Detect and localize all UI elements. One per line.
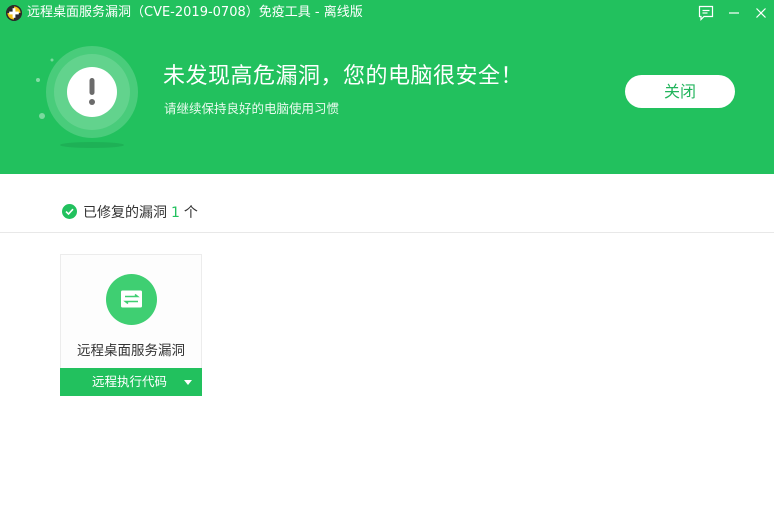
feedback-button[interactable] xyxy=(694,2,718,24)
close-button[interactable]: 关闭 xyxy=(625,75,735,108)
result-subline: 请继续保持良好的电脑使用习惯 xyxy=(164,101,340,116)
feedback-icon xyxy=(698,5,714,21)
summary-count: 1 xyxy=(171,205,180,221)
summary-suffix: 个 xyxy=(183,205,198,221)
divider xyxy=(0,232,774,233)
close-icon xyxy=(756,8,766,18)
summary-prefix: 已修复的漏洞 xyxy=(83,205,167,221)
check-circle-icon xyxy=(62,204,77,219)
vulnerability-type-label: 远程执行代码 xyxy=(92,374,168,389)
decor-dot xyxy=(50,58,54,62)
fixed-summary: 已修复的漏洞 1 个 xyxy=(62,202,198,222)
title-bar: 远程桌面服务漏洞（CVE-2019-0708）免疫工具 - 离线版 xyxy=(0,0,774,26)
exclamation-icon xyxy=(89,78,95,105)
window-close-button[interactable] xyxy=(749,2,773,24)
window-title: 远程桌面服务漏洞（CVE-2019-0708）免疫工具 - 离线版 xyxy=(27,5,363,20)
app-logo-icon xyxy=(6,5,22,21)
caret-down-icon xyxy=(184,380,192,385)
remote-desktop-icon xyxy=(106,274,157,325)
vulnerability-card[interactable]: 远程桌面服务漏洞 远程执行代码 xyxy=(60,254,202,396)
status-badge xyxy=(30,40,160,150)
vulnerability-type-dropdown[interactable]: 远程执行代码 xyxy=(60,368,202,396)
result-header: 远程桌面服务漏洞（CVE-2019-0708）免疫工具 - 离线版 未发现高危漏… xyxy=(0,0,774,174)
result-headline: 未发现高危漏洞，您的电脑很安全！ xyxy=(163,64,524,89)
minimize-button[interactable] xyxy=(722,2,746,24)
minimize-icon xyxy=(729,12,739,14)
decor-dot xyxy=(36,78,40,82)
decor-dot xyxy=(39,113,45,119)
vulnerability-name: 远程桌面服务漏洞 xyxy=(77,343,185,359)
